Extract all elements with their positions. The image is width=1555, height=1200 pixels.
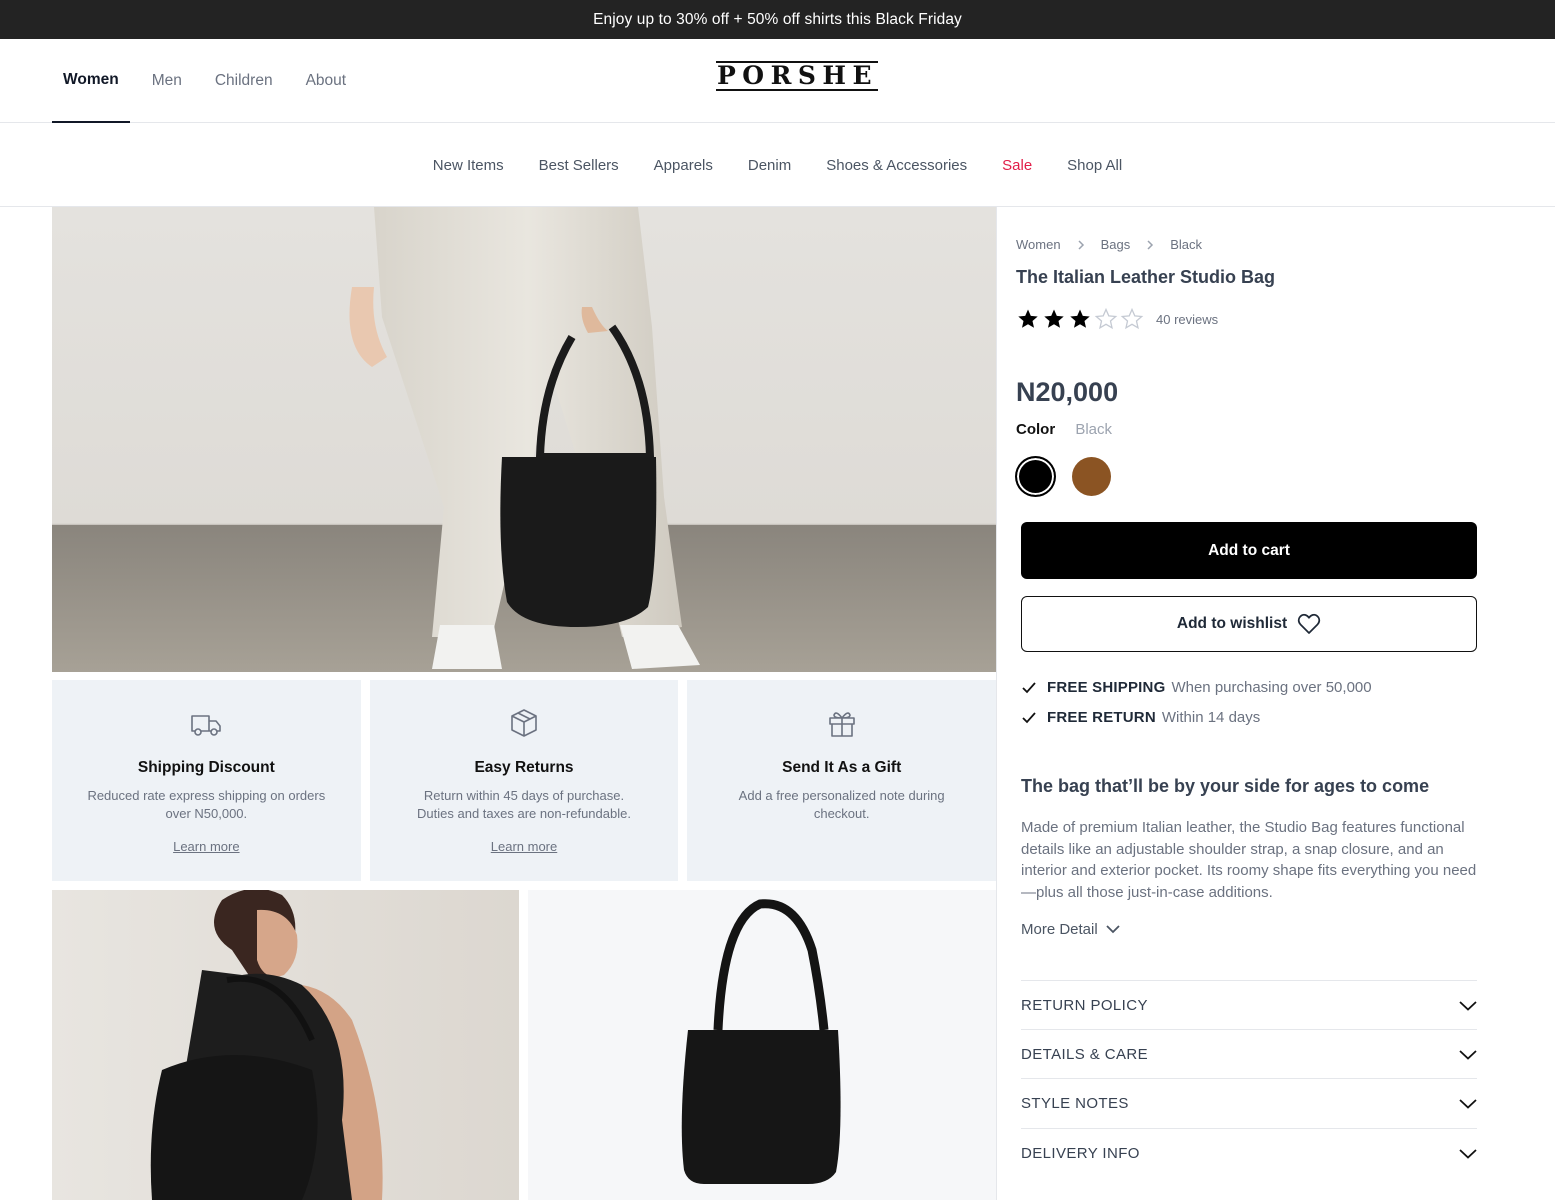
- truck-icon: [191, 715, 222, 736]
- free-return-label: FREE RETURN: [1047, 709, 1156, 726]
- add-to-wishlist-button[interactable]: Add to wishlist: [1021, 596, 1477, 652]
- chevron-right-icon: [1077, 239, 1085, 250]
- product-photo-model[interactable]: [52, 890, 519, 1200]
- perk-title: Easy Returns: [474, 759, 574, 776]
- category-nav: New Items Best Sellers Apparels Denim Sh…: [0, 124, 1555, 207]
- more-detail-toggle[interactable]: More Detail: [1021, 921, 1120, 938]
- star-filled-icon: [1044, 309, 1064, 328]
- perk-send-as-gift: Send It As a Gift Add a free personalize…: [687, 680, 997, 881]
- accordion-style-notes[interactable]: STYLE NOTES: [1021, 1078, 1477, 1128]
- chevron-down-icon: [1459, 1148, 1477, 1159]
- star-filled-icon: [1018, 309, 1038, 328]
- accordion-label: DELIVERY INFO: [1021, 1145, 1140, 1162]
- gift-icon: [828, 712, 855, 737]
- model-side-illustration: [150, 890, 383, 1200]
- announcement-bar: Enjoy up to 30% off + 50% off shirts thi…: [0, 0, 1555, 39]
- category-sale[interactable]: Sale: [1002, 157, 1032, 174]
- perk-text: Add a free personalized note during chec…: [738, 788, 945, 821]
- add-to-cart-button[interactable]: Add to cart: [1021, 522, 1477, 579]
- category-best-sellers[interactable]: Best Sellers: [539, 157, 619, 174]
- chevron-down-icon: [1459, 1000, 1477, 1011]
- accordion-label: STYLE NOTES: [1021, 1095, 1129, 1112]
- chevron-down-icon: [1106, 925, 1120, 934]
- category-new-items[interactable]: New Items: [433, 157, 504, 174]
- star-empty-icon: [1120, 307, 1144, 330]
- box-icon: [511, 709, 537, 737]
- category-shop-all[interactable]: Shop All: [1067, 157, 1122, 174]
- free-shipping-label: FREE SHIPPING: [1047, 679, 1166, 696]
- perk-title: Shipping Discount: [137, 759, 275, 776]
- perks-row: Shipping Discount Reduced rate express s…: [52, 680, 997, 881]
- chevron-down-icon: [1459, 1049, 1477, 1060]
- category-shoes-accessories[interactable]: Shoes & Accessories: [826, 157, 967, 174]
- heart-icon: [1297, 613, 1321, 634]
- column-divider: [996, 207, 997, 1200]
- color-label: Color: [1016, 421, 1056, 438]
- star-filled-icon: [1070, 309, 1090, 328]
- accordion-label: DETAILS & CARE: [1021, 1046, 1149, 1063]
- breadcrumb-bags[interactable]: Bags: [1101, 237, 1131, 252]
- gender-nav: Women Men Children About: [52, 39, 368, 123]
- more-detail-label: More Detail: [1021, 921, 1098, 938]
- description-heading: The bag that’ll be by your side for ages…: [1021, 776, 1430, 796]
- model-with-bag-illustration: [52, 207, 996, 672]
- product-hero-image[interactable]: [52, 207, 996, 672]
- bag-product-illustration: [681, 899, 841, 1184]
- nav-children[interactable]: Children: [204, 39, 284, 123]
- accordion-details-care[interactable]: DETAILS & CARE: [1021, 1029, 1477, 1079]
- breadcrumb-black[interactable]: Black: [1170, 237, 1202, 252]
- nav-women[interactable]: Women: [52, 39, 130, 123]
- swatch-black[interactable]: [1016, 457, 1055, 496]
- accordion-delivery-info[interactable]: DELIVERY INFO: [1021, 1128, 1477, 1178]
- free-return-text: Within 14 days: [1161, 709, 1261, 726]
- check-icon: [1022, 681, 1036, 693]
- product-rating[interactable]: 40 reviews: [1016, 307, 1218, 331]
- accordion-return-policy[interactable]: RETURN POLICY: [1021, 980, 1477, 1030]
- product-price: N20,000: [1016, 377, 1119, 407]
- category-apparels[interactable]: Apparels: [654, 157, 713, 174]
- category-denim[interactable]: Denim: [748, 157, 791, 174]
- nav-about[interactable]: About: [295, 39, 358, 123]
- free-shipping-text: When purchasing over 50,000: [1171, 679, 1372, 696]
- chevron-down-icon: [1459, 1098, 1477, 1109]
- perk-text: Return within 45 days of purchase. Dutie…: [417, 788, 631, 821]
- rating-stars: [1016, 307, 1146, 331]
- perk-title: Send It As a Gift: [782, 759, 902, 776]
- add-to-wishlist-label: Add to wishlist: [1176, 615, 1288, 632]
- selected-color-name: Black: [1075, 421, 1113, 438]
- check-icon: [1022, 711, 1036, 723]
- announcement-text: Enjoy up to 30% off + 50% off shirts thi…: [593, 10, 962, 28]
- brand-logo[interactable]: PORSHE: [716, 61, 879, 91]
- product-photo-bag[interactable]: [528, 890, 996, 1200]
- perk-shipping-discount: Shipping Discount Reduced rate express s…: [52, 680, 361, 881]
- chevron-right-icon: [1146, 239, 1154, 250]
- free-shipping-line: FREE SHIPPING When purchasing over 50,00…: [1021, 679, 1372, 696]
- perk-text: Reduced rate express shipping on orders …: [87, 788, 326, 821]
- site-header: Women Men Children About PORSHE: [0, 39, 1555, 123]
- swatch-brown[interactable]: [1072, 457, 1111, 496]
- breadcrumb-women[interactable]: Women: [1016, 237, 1061, 252]
- learn-more-link[interactable]: Learn more: [491, 839, 557, 854]
- free-return-line: FREE RETURN Within 14 days: [1021, 709, 1260, 726]
- perk-easy-returns: Easy Returns Return within 45 days of pu…: [369, 680, 679, 881]
- learn-more-link[interactable]: Learn more: [173, 839, 239, 854]
- star-empty-icon: [1094, 307, 1118, 330]
- reviews-count[interactable]: 40 reviews: [1156, 312, 1218, 327]
- nav-men[interactable]: Men: [141, 39, 193, 123]
- color-selector-label: Color Black: [1016, 421, 1112, 438]
- color-swatches: [1016, 457, 1111, 496]
- product-description: Made of premium Italian leather, the Stu…: [1021, 819, 1477, 901]
- product-title: The Italian Leather Studio Bag: [1016, 267, 1276, 287]
- breadcrumb: Women Bags Black: [1016, 237, 1202, 252]
- accordion-label: RETURN POLICY: [1021, 997, 1148, 1014]
